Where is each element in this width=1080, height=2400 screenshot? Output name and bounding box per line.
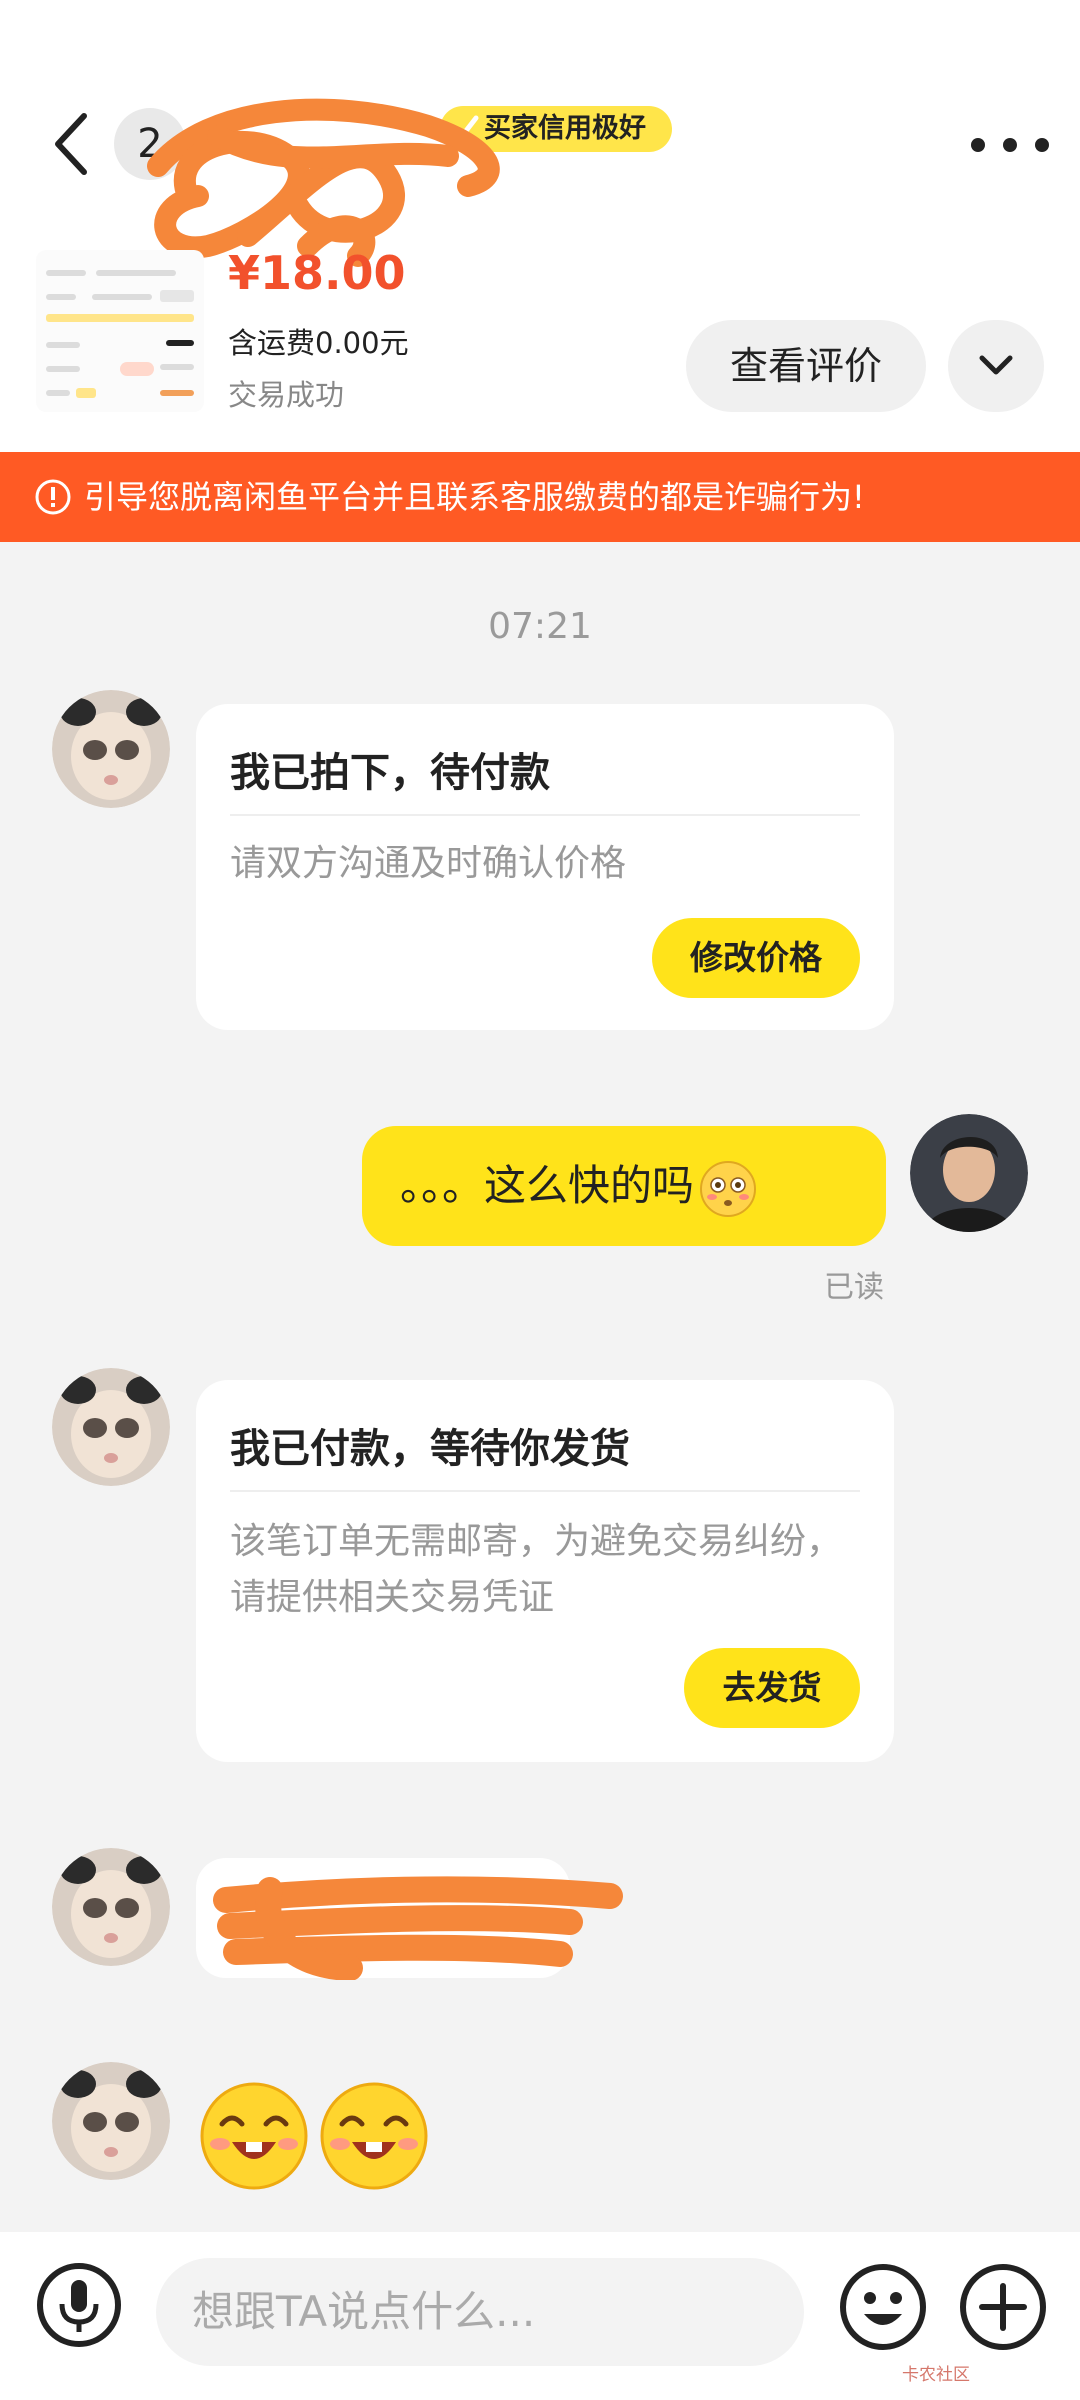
message-input-placeholder: 想跟TA说点什么... [192,2287,536,2336]
seller-avatar[interactable] [52,690,170,808]
card-description: 请双方沟通及时确认价格 [230,843,627,884]
card-description: 该笔订单无需邮寄，为避免交易纠纷，请提供相关交易凭证 [230,1521,843,1618]
my-avatar[interactable] [910,1114,1028,1232]
seller-avatar[interactable] [52,2062,170,2180]
microphone-icon[interactable] [36,2262,122,2348]
seller-avatar[interactable] [52,1368,170,1486]
expand-button[interactable] [948,320,1044,412]
my-message-text: 。。。这么快的吗 [400,1126,758,1246]
redacted-message-scribble [213,1876,623,1980]
order-status-card: 我已拍下，待付款 请双方沟通及时确认价格 修改价格 [196,704,894,1030]
card-title: 我已拍下，待付款 [230,750,550,796]
my-message-bubble: 。。。这么快的吗 [362,1126,886,1246]
card-divider [230,1490,860,1492]
more-options-icon[interactable] [960,120,1060,170]
view-review-button[interactable]: 查看评价 [686,320,926,412]
read-receipt: 已读 [824,1270,884,1305]
chevron-down-icon [979,355,1013,375]
card-divider [230,814,860,816]
shipping-fee: 含运费0.00元 [228,326,409,360]
emoji-icon[interactable] [838,2262,928,2352]
message-input[interactable]: 想跟TA说点什么... [156,2258,804,2366]
modify-price-button[interactable]: 修改价格 [652,918,860,998]
warning-icon [35,479,71,515]
order-header: 2 买家信用极好 ¥18.00 含运费0.00元 交易成功 查看评价 [0,0,1080,452]
laughing-face-emoji-icon [200,2082,308,2190]
order-status: 交易成功 [228,378,345,412]
chat-timestamp: 07:21 [488,606,592,647]
back-arrow-icon[interactable] [46,108,98,180]
laughing-face-emoji-icon [320,2082,428,2190]
seller-avatar[interactable] [52,1848,170,1966]
watermark-text: 卡农社区 [902,2365,970,2385]
my-message-content: 。。。这么快的吗 [400,1161,695,1210]
fraud-warning-bar: 引导您脱离闲鱼平台并且联系客服缴费的都是诈骗行为! [0,452,1080,542]
flushed-face-emoji-icon [700,1160,757,1217]
payment-status-card: 我已付款，等待你发货 该笔订单无需邮寄，为避免交易纠纷，请提供相关交易凭证 去发… [196,1380,894,1762]
plus-icon[interactable] [958,2262,1048,2352]
ship-goods-button[interactable]: 去发货 [684,1648,860,1728]
card-title: 我已付款，等待你发货 [230,1426,630,1472]
product-thumbnail[interactable] [36,250,204,412]
fraud-warning-text: 引导您脱离闲鱼平台并且联系客服缴费的都是诈骗行为! [84,478,865,516]
product-price: ¥18.00 [228,246,406,300]
